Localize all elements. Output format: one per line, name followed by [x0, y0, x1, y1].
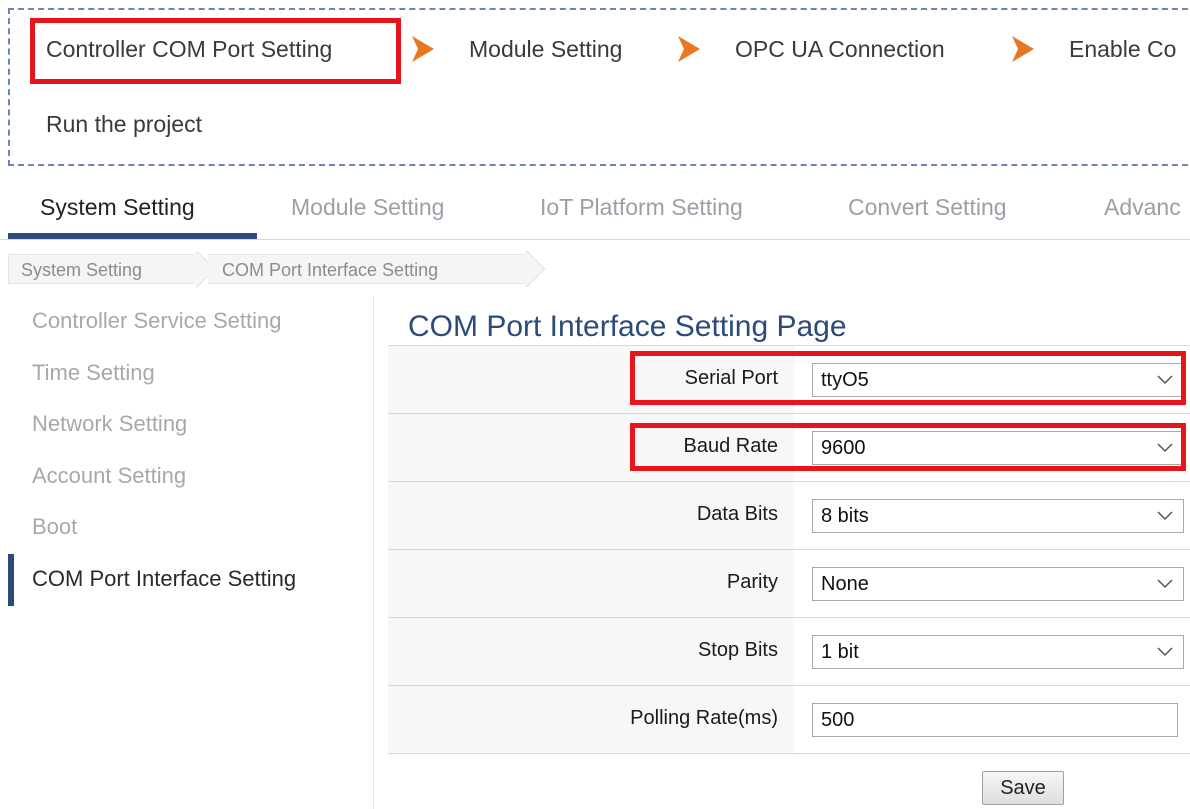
- step-arrow-icon: [1012, 36, 1034, 62]
- tab-convert-setting[interactable]: Convert Setting: [848, 194, 1007, 221]
- tab-iot-platform-setting[interactable]: IoT Platform Setting: [540, 194, 743, 221]
- wizard-step-module-setting[interactable]: Module Setting: [469, 36, 622, 63]
- page-title: COM Port Interface Setting Page: [408, 310, 847, 343]
- sidebar-active-indicator: [8, 554, 14, 606]
- parity-label: Parity: [726, 571, 778, 593]
- chevron-down-icon: [1157, 579, 1173, 589]
- active-tab-indicator: [8, 233, 257, 239]
- sidebar-item-boot[interactable]: Boot: [32, 514, 77, 540]
- data-bits-select[interactable]: 8 bits: [812, 499, 1184, 533]
- highlight-box-baud-rate: [630, 423, 1186, 471]
- form-row-polling-rate: Polling Rate(ms) 500: [388, 685, 1190, 753]
- wizard-step-opc-ua-connection[interactable]: OPC UA Connection: [735, 36, 945, 63]
- sidebar-nav: Controller Service Setting Time Setting …: [8, 296, 374, 809]
- highlight-box-wizard-step: [30, 18, 401, 84]
- main-tab-bar: System Setting Module Setting IoT Platfo…: [0, 166, 1190, 240]
- breadcrumb-item-system-setting[interactable]: System Setting: [8, 254, 198, 284]
- data-bits-value: 8 bits: [821, 505, 869, 527]
- form-bottom-divider: [388, 753, 1190, 754]
- highlight-box-serial-port: [630, 351, 1186, 405]
- sidebar-item-network[interactable]: Network Setting: [32, 411, 187, 437]
- tab-advanced[interactable]: Advanc: [1104, 194, 1190, 221]
- chevron-down-icon: [1157, 511, 1173, 521]
- wizard-step-run-project[interactable]: Run the project: [46, 111, 202, 138]
- parity-value: None: [821, 573, 869, 595]
- stop-bits-label: Stop Bits: [697, 639, 778, 661]
- step-arrow-icon: [412, 36, 434, 62]
- polling-rate-input[interactable]: 500: [812, 703, 1178, 737]
- data-bits-label: Data Bits: [696, 503, 778, 525]
- sidebar-item-account[interactable]: Account Setting: [32, 463, 186, 489]
- stop-bits-value: 1 bit: [821, 641, 859, 663]
- wizard-step-enable[interactable]: Enable Co: [1069, 36, 1190, 63]
- step-arrow-icon: [678, 36, 700, 62]
- breadcrumb-item-com-port[interactable]: COM Port Interface Setting: [208, 254, 528, 284]
- tab-system-setting[interactable]: System Setting: [40, 194, 195, 221]
- form-row-parity: Parity None: [388, 549, 1190, 617]
- polling-rate-value: 500: [821, 709, 855, 731]
- tab-module-setting[interactable]: Module Setting: [291, 194, 444, 221]
- sidebar-item-time[interactable]: Time Setting: [32, 360, 155, 386]
- stop-bits-select[interactable]: 1 bit: [812, 635, 1184, 669]
- polling-rate-label: Polling Rate(ms): [630, 707, 778, 729]
- form-row-stop-bits: Stop Bits 1 bit: [388, 617, 1190, 685]
- sidebar-item-com-port-interface[interactable]: COM Port Interface Setting: [32, 566, 296, 592]
- chevron-down-icon: [1157, 647, 1173, 657]
- sidebar-item-controller-service[interactable]: Controller Service Setting: [32, 308, 281, 334]
- form-row-data-bits: Data Bits 8 bits: [388, 481, 1190, 549]
- parity-select[interactable]: None: [812, 567, 1184, 601]
- save-button[interactable]: Save: [982, 771, 1064, 805]
